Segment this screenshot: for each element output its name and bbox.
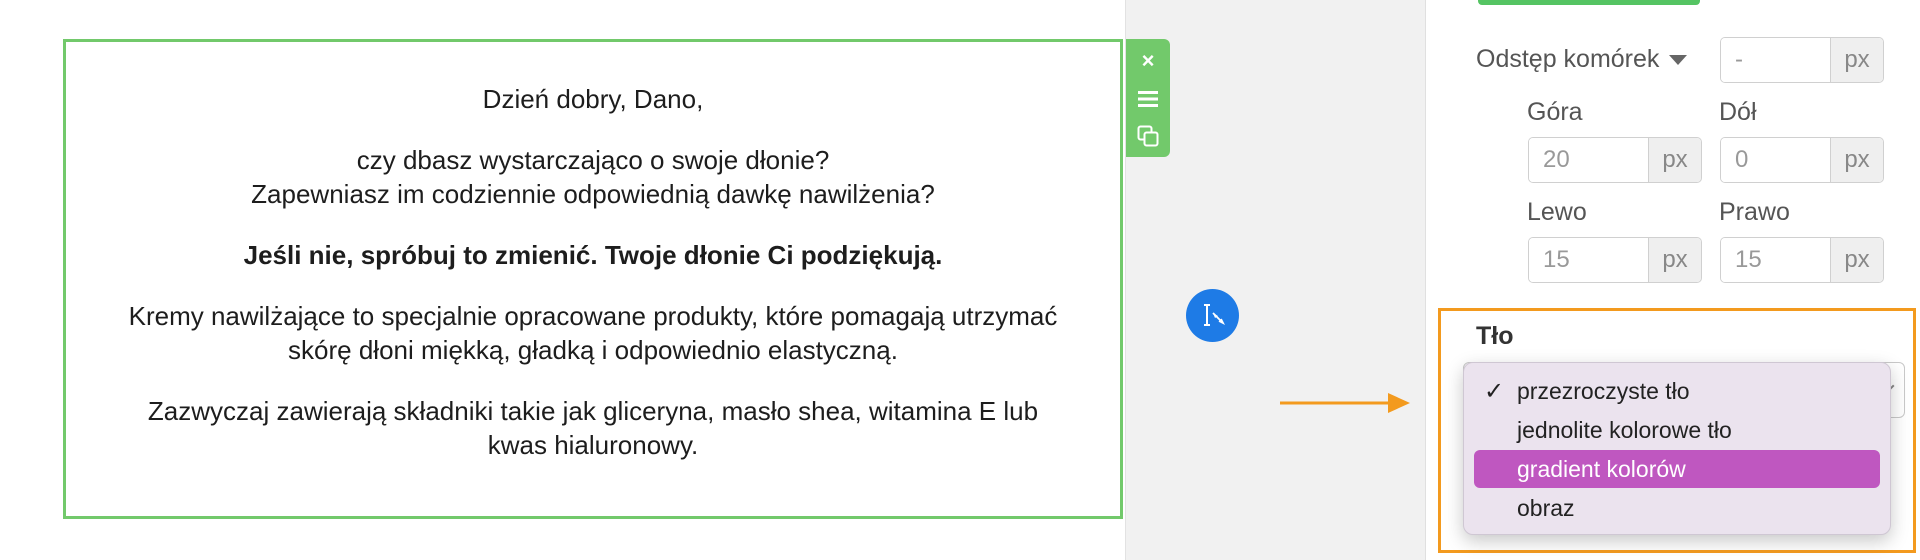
padding-left-field: px	[1528, 237, 1702, 283]
text-cursor-icon	[1203, 303, 1225, 326]
cell-spacing-field: px	[1720, 37, 1884, 83]
cell-spacing-label: Odstęp komórek	[1476, 45, 1660, 73]
creams-line-1: Kremy nawilżające to specjalnie opracowa…	[128, 301, 1058, 331]
padding-bottom-unit: px	[1830, 138, 1883, 182]
question-line-2: Zapewniasz im codziennie odpowiednią daw…	[251, 179, 935, 209]
padding-top-input[interactable]	[1529, 138, 1648, 182]
text-block[interactable]: Dzień dobry, Dano, czy dbasz wystarczają…	[63, 39, 1123, 519]
option-label: gradient kolorów	[1517, 455, 1686, 482]
block-toolbar: ×	[1126, 39, 1170, 157]
option-image[interactable]: obraz	[1474, 489, 1880, 527]
padding-right-unit: px	[1830, 238, 1883, 282]
option-gradient[interactable]: gradient kolorów	[1474, 450, 1880, 488]
cell-spacing-unit: px	[1830, 38, 1883, 82]
save-button[interactable]	[1478, 0, 1700, 5]
ingredients-line-1: Zazwyczaj zawierają składniki takie jak …	[147, 396, 1039, 426]
padding-right-input[interactable]	[1721, 238, 1830, 282]
option-solid-color[interactable]: jednolite kolorowe tło	[1474, 411, 1880, 449]
padding-top-label: Góra	[1527, 98, 1583, 126]
ingredients-line-2: kwas hialuronowy.	[487, 430, 699, 460]
cell-spacing-toggle[interactable]: Odstęp komórek	[1476, 45, 1688, 74]
close-icon[interactable]: ×	[1126, 43, 1170, 79]
padding-top-unit: px	[1648, 138, 1701, 182]
option-label: obraz	[1517, 494, 1575, 521]
option-label: jednolite kolorowe tło	[1517, 416, 1732, 443]
padding-left-input[interactable]	[1529, 238, 1648, 282]
padding-right-label: Prawo	[1719, 198, 1790, 226]
text-edit-fab-button[interactable]	[1186, 289, 1239, 342]
background-dropdown-menu: ✓ przezroczyste tło jednolite kolorowe t…	[1463, 362, 1891, 535]
pointer-arrow-icon	[1280, 393, 1410, 413]
padding-left-label: Lewo	[1527, 198, 1587, 226]
ingredients-paragraph: Zazwyczaj zawierają składniki takie jak …	[66, 394, 1120, 462]
option-transparent[interactable]: ✓ przezroczyste tło	[1474, 372, 1880, 410]
caret-down-icon	[1669, 54, 1688, 65]
padding-bottom-field: px	[1720, 137, 1884, 183]
background-label: Tło	[1476, 322, 1514, 350]
option-label: przezroczyste tło	[1517, 377, 1690, 404]
greeting-text: Dzień dobry, Dano,	[482, 84, 704, 114]
padding-left-unit: px	[1648, 238, 1701, 282]
copy-icon[interactable]	[1126, 118, 1170, 154]
creams-line-2: skórę dłoni miękką, gładką i odpowiednio…	[288, 335, 898, 365]
cell-spacing-input[interactable]	[1721, 38, 1830, 82]
padding-top-field: px	[1528, 137, 1702, 183]
padding-bottom-label: Dół	[1719, 98, 1757, 126]
question-paragraph: czy dbasz wystarczająco o swoje dłonie? …	[66, 143, 1120, 211]
checkmark-icon: ✓	[1484, 377, 1505, 405]
menu-icon[interactable]	[1126, 81, 1170, 117]
question-line-1: czy dbasz wystarczająco o swoje dłonie?	[356, 145, 830, 175]
bold-paragraph: Jeśli nie, spróbuj to zmienić. Twoje dło…	[243, 240, 943, 270]
padding-right-field: px	[1720, 237, 1884, 283]
creams-paragraph: Kremy nawilżające to specjalnie opracowa…	[66, 299, 1120, 367]
padding-bottom-input[interactable]	[1721, 138, 1830, 182]
